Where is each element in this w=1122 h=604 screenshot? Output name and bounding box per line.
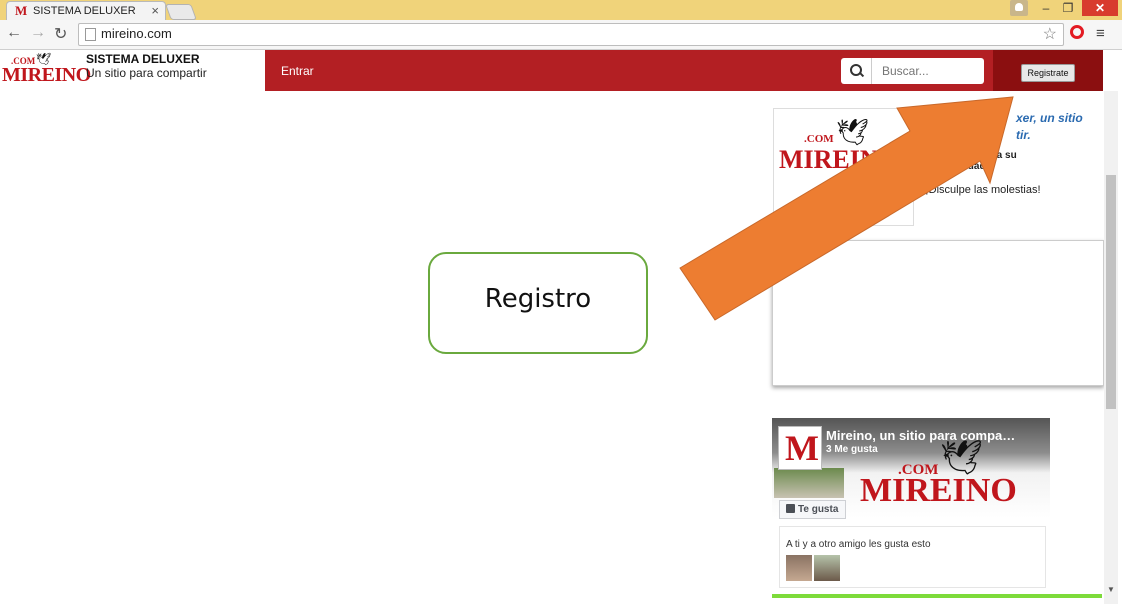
page-icon: [85, 28, 96, 41]
tab-favicon-icon: M: [15, 3, 28, 18]
profile-icon[interactable]: [1010, 0, 1028, 16]
menu-icon[interactable]: ≡: [1096, 25, 1105, 42]
new-tab-button[interactable]: [165, 4, 197, 20]
facebook-photo: [774, 468, 844, 498]
site-logo[interactable]: .COM 🕊 MIREINO: [2, 52, 91, 88]
browser-tab[interactable]: M SISTEMA DELUXER ×: [6, 1, 166, 21]
eagle-icon: 🕊: [836, 117, 870, 147]
registro-callout: Registro: [428, 252, 648, 354]
bookmark-star-icon[interactable]: ☆: [1043, 24, 1057, 44]
notice-title: xer, un sitio tir.: [1016, 110, 1083, 144]
search-button[interactable]: [841, 58, 872, 84]
sidebar-panel: [772, 240, 1104, 386]
notice-apology: ¡Disculpe las molestias!: [925, 184, 1041, 196]
card-com-text: .COM: [804, 133, 834, 145]
search-icon: [850, 64, 862, 76]
address-bar[interactable]: mireino.com ☆: [78, 23, 1064, 46]
site-subtitle: Un sitio para compartir: [86, 66, 207, 80]
url-text: mireino.com: [101, 26, 172, 41]
facebook-friends-box: A ti y a otro amigo les gusta esto: [779, 526, 1046, 588]
browser-toolbar: ← → ↻ mireino.com ☆ ≡: [0, 20, 1122, 50]
navbar-register-area: Registrate: [993, 50, 1103, 91]
notice-body-line: ncionalidad: [930, 161, 986, 172]
forward-icon[interactable]: →: [30, 24, 46, 42]
scroll-thumb[interactable]: [1106, 175, 1116, 409]
entrar-link[interactable]: Entrar: [281, 64, 314, 78]
site-title: SISTEMA DELUXER: [86, 52, 200, 66]
notice-title-line: xer, un sitio: [1016, 111, 1083, 125]
facebook-avatar[interactable]: M: [778, 426, 822, 470]
tab-close-icon[interactable]: ×: [151, 3, 159, 18]
facebook-cover-wordmark: MIREINO: [860, 472, 1017, 509]
facebook-icon: [786, 504, 795, 513]
like-label: Te gusta: [798, 504, 839, 515]
facebook-like-button[interactable]: Te gusta: [779, 500, 846, 519]
reload-icon[interactable]: ↻: [54, 24, 67, 44]
logo-wordmark: MIREINO: [2, 64, 91, 86]
close-window-button[interactable]: ✕: [1082, 0, 1118, 16]
friend-avatar[interactable]: [814, 555, 840, 581]
facebook-page-name[interactable]: Mireino, un sitio para compa…: [826, 428, 1015, 443]
search-input[interactable]: [872, 58, 984, 84]
notice-body: struyendo para su ncionalidad: [930, 150, 1017, 172]
scroll-down-icon[interactable]: ▼: [1107, 585, 1115, 594]
notice-title-line: tir.: [1016, 128, 1031, 142]
register-button[interactable]: Registrate: [1021, 64, 1075, 82]
callout-text: Registro: [484, 284, 592, 314]
card-wordmark: MIREINO: [779, 145, 899, 174]
maximize-button[interactable]: ❐: [1058, 0, 1078, 16]
notice-logo-card: .COM 🕊 MIREINO: [773, 108, 914, 226]
opera-icon[interactable]: [1070, 25, 1084, 39]
tab-title: SISTEMA DELUXER: [33, 5, 136, 17]
facebook-friends-text: A ti y a otro amigo les gusta esto: [786, 539, 931, 550]
facebook-likes-count: 3 Me gusta: [826, 444, 878, 455]
back-icon[interactable]: ←: [6, 24, 22, 42]
green-divider: [772, 594, 1102, 598]
notice-body-line: struyendo para su: [930, 150, 1017, 161]
avatar-letter: M: [785, 428, 819, 468]
minimize-button[interactable]: –: [1036, 0, 1056, 16]
browser-titlebar: M SISTEMA DELUXER × – ❐ ✕: [0, 0, 1122, 21]
friend-avatar[interactable]: [786, 555, 812, 581]
page-scrollbar[interactable]: ▼: [1104, 91, 1118, 604]
main-navbar: Entrar: [265, 50, 993, 91]
